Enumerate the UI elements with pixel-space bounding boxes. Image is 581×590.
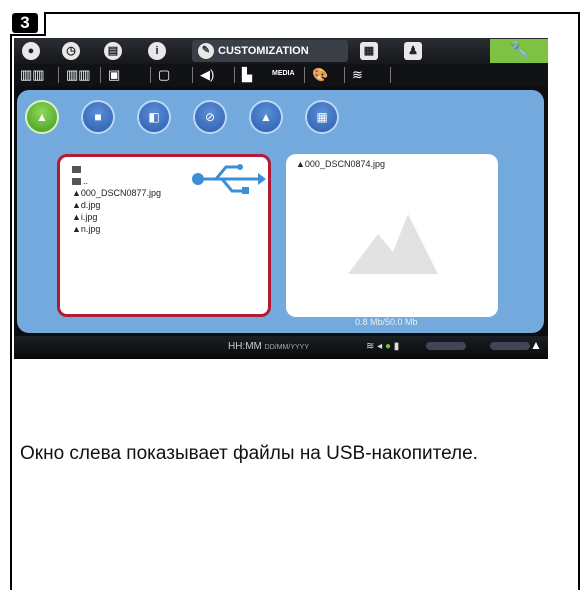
- list-item[interactable]: ▲n.jpg: [72, 223, 161, 235]
- file-name: i.jpg: [80, 212, 98, 222]
- book-mark-icon[interactable]: ▥▥: [66, 67, 91, 83]
- video-camera-icon: ■: [94, 110, 102, 124]
- media-panel: ▲ ■ ◧ ⊘ ▲ ▦ .. ▲000_DSCN0877.jpg ▲d.jpg …: [17, 90, 544, 333]
- file-list: .. ▲000_DSCN0877.jpg ▲d.jpg ▲i.jpg ▲n.jp…: [72, 163, 161, 235]
- grid-icon[interactable]: ▦: [360, 42, 378, 60]
- preview-file-title: ▲000_DSCN0874.jpg: [296, 159, 385, 169]
- settings-wrench-button[interactable]: 🔧: [490, 39, 548, 63]
- water-drop-icon[interactable]: ●: [22, 42, 40, 60]
- book-icon[interactable]: ▤: [104, 42, 122, 60]
- scroll-handle-right[interactable]: [490, 342, 530, 350]
- file-name: 000_DSCN0877.jpg: [80, 188, 161, 198]
- slideshow-filter-button[interactable]: ▲: [249, 100, 283, 134]
- top-bar: ● ◷ ▤ i ✎ CUSTOMIZATION ▦ ♟ 🔧: [14, 38, 548, 64]
- tab-customization[interactable]: ✎ CUSTOMIZATION: [192, 40, 348, 62]
- status-icons: ≋ ◂ ● ▮: [366, 341, 400, 352]
- divider: [234, 67, 235, 83]
- chevron-up-icon[interactable]: ▲: [530, 338, 542, 352]
- divider: [58, 67, 59, 83]
- media-tab-label[interactable]: MEDIA: [272, 70, 295, 77]
- list-item[interactable]: ▲d.jpg: [72, 199, 161, 211]
- person-folder-icon[interactable]: ♟: [404, 42, 422, 60]
- divider: [150, 67, 151, 83]
- list-item[interactable]: [72, 163, 161, 175]
- device-screen: ● ◷ ▤ i ✎ CUSTOMIZATION ▦ ♟ 🔧 ▥▥ ▥▥ ▣ ▢ ◀…: [14, 38, 548, 359]
- image-file-icon: ▲: [72, 188, 81, 198]
- image-file-icon: ▲: [72, 212, 81, 222]
- step-caption: Окно слева показывает файлы на USB-накоп…: [20, 443, 478, 464]
- usb-stick-icon[interactable]: ▙: [242, 67, 252, 83]
- image-filter-button[interactable]: ▲: [25, 100, 59, 134]
- tag-icon: ◧: [148, 110, 160, 124]
- disc-filter-button[interactable]: ⊘: [193, 100, 227, 134]
- tab-customization-label: CUSTOMIZATION: [218, 45, 309, 57]
- picture-icon[interactable]: ▣: [108, 67, 120, 83]
- sub-toolbar: ▥▥ ▥▥ ▣ ▢ ◀) ▙ MEDIA 🎨 ≋: [14, 64, 548, 86]
- preview-panel: ▲000_DSCN0874.jpg: [286, 154, 498, 317]
- tag-filter-button[interactable]: ◧: [137, 100, 171, 134]
- folder-icon: [72, 166, 81, 174]
- divider: [390, 67, 391, 83]
- grid-icon: ▦: [316, 110, 328, 124]
- clock-icon[interactable]: ◷: [62, 42, 80, 60]
- file-name: d.jpg: [80, 200, 101, 210]
- file-name: ..: [83, 176, 89, 186]
- image-placeholder-icon: [348, 214, 438, 274]
- divider: [192, 67, 193, 83]
- palette-icon[interactable]: 🎨: [312, 67, 328, 83]
- list-item[interactable]: ▲i.jpg: [72, 211, 161, 223]
- open-book-icon[interactable]: ▥▥: [20, 67, 45, 83]
- file-name: n.jpg: [80, 224, 101, 234]
- image-icon: ▲: [36, 110, 48, 124]
- usb-file-list: .. ▲000_DSCN0877.jpg ▲d.jpg ▲i.jpg ▲n.jp…: [57, 154, 271, 317]
- folder-icon: [72, 178, 81, 186]
- photo-frame-icon[interactable]: ▢: [158, 67, 170, 83]
- wrench-icon: 🔧: [509, 42, 529, 59]
- status-bar: HH:MM DD/MM/YYYY ≋ ◂ ● ▮ ▲: [14, 336, 548, 359]
- storage-usage: 0.8 Mb/50.0 Mb: [355, 317, 418, 327]
- wifi-icon[interactable]: ≋: [352, 67, 363, 83]
- divider: [304, 67, 305, 83]
- speaker-icon[interactable]: ◀): [200, 67, 214, 83]
- date-text: DD/MM/YYYY: [264, 344, 310, 351]
- image-file-icon: ▲: [296, 159, 305, 169]
- image-file-icon: ▲: [72, 200, 81, 210]
- scroll-handle[interactable]: [426, 342, 466, 350]
- disc-icon: ⊘: [204, 110, 216, 124]
- list-item[interactable]: ..: [72, 175, 161, 187]
- video-filter-button[interactable]: ■: [81, 100, 115, 134]
- usb-symbol-icon: [192, 164, 266, 194]
- step-number: 3: [12, 13, 38, 33]
- preview-file-name: 000_DSCN0874.jpg: [304, 159, 385, 169]
- list-item[interactable]: ▲000_DSCN0877.jpg: [72, 187, 161, 199]
- divider: [344, 67, 345, 83]
- pen-icon: ✎: [198, 43, 214, 60]
- time-text: HH:MM: [228, 341, 262, 352]
- divider: [100, 67, 101, 83]
- clock-display: HH:MM DD/MM/YYYY: [228, 341, 309, 352]
- info-icon[interactable]: i: [148, 42, 166, 60]
- slideshow-icon: ▲: [260, 110, 272, 124]
- image-file-icon: ▲: [72, 224, 81, 234]
- grid-filter-button[interactable]: ▦: [305, 100, 339, 134]
